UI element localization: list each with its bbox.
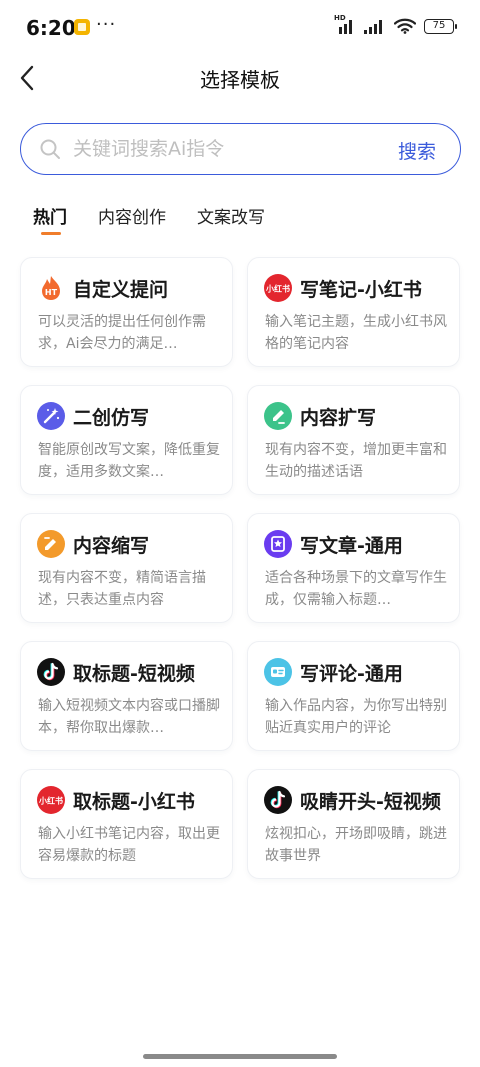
- search-bar: 搜索: [20, 123, 461, 175]
- svg-text:HT: HT: [45, 288, 58, 297]
- template-select-page: 6:20 ··· HD 75 选择模板 关键词搜索Ai指令 搜索 热门 内容创作…: [0, 0, 480, 1067]
- tab-hot[interactable]: 热门: [33, 203, 67, 228]
- xiaohongshu-icon: 小红书: [264, 274, 292, 302]
- xiaohongshu-icon: 小红书: [37, 786, 65, 814]
- more-notifications-icon: ···: [96, 14, 117, 35]
- template-card-comment-general[interactable]: 写评论-通用 输入作品内容，为你写出特别贴近真实用户的评论: [247, 641, 460, 751]
- card-description: 炫视扣心，开场即吸睛，跳进故事世界: [265, 826, 447, 864]
- tiktok-icon: [264, 786, 292, 814]
- search-input[interactable]: [73, 134, 383, 164]
- template-card-short-video-title[interactable]: 取标题-短视频 输入短视频文本内容或口播脚本，帮你取出爆款…: [20, 641, 233, 751]
- card-title: 内容缩写: [73, 535, 150, 557]
- card-description: 现有内容不变，增加更丰富和生动的描述话语: [265, 442, 447, 480]
- status-bar: 6:20 ··· HD 75: [0, 0, 480, 56]
- template-card-rewrite-imitation[interactable]: 二创仿写 智能原创改写文案，降低重复度，适用多数文案…: [20, 385, 233, 495]
- svg-text:小红书: 小红书: [38, 796, 63, 806]
- expand-pen-icon: [264, 402, 292, 430]
- card-description: 输入短视频文本内容或口播脚本，帮你取出爆款…: [38, 698, 220, 736]
- card-title: 内容扩写: [300, 407, 377, 429]
- card-title: 自定义提问: [73, 279, 169, 301]
- notification-icon: [74, 19, 90, 35]
- template-card-xiaohongshu-title[interactable]: 小红书 取标题-小红书 输入小红书笔记内容，取出更容易爆款的标题: [20, 769, 233, 879]
- svg-text:小红书: 小红书: [265, 284, 290, 294]
- wifi-icon: [394, 18, 416, 34]
- status-time: 6:20: [26, 16, 76, 40]
- card-description: 输入笔记主题，生成小红书风格的笔记内容: [265, 314, 447, 352]
- hot-topic-icon: HT: [37, 274, 65, 302]
- template-card-content-condense[interactable]: 内容缩写 现有内容不变，精简语言描述，只表达重点内容: [20, 513, 233, 623]
- comment-card-icon: [264, 658, 292, 686]
- cellular-signal-2-icon: [364, 18, 386, 34]
- card-title: 取标题-短视频: [73, 663, 195, 685]
- active-tab-indicator: [41, 232, 61, 235]
- magic-wand-icon: [37, 402, 65, 430]
- battery-icon: 75: [424, 18, 457, 34]
- search-button[interactable]: 搜索: [398, 137, 436, 164]
- card-description: 输入小红书笔记内容，取出更容易爆款的标题: [38, 826, 220, 864]
- nav-bar: 选择模板: [0, 56, 480, 100]
- home-indicator[interactable]: [143, 1054, 337, 1059]
- card-description: 适合各种场景下的文章写作生成，仅需输入标题…: [265, 570, 447, 608]
- status-icons: HD 75: [334, 14, 457, 34]
- template-card-custom-question[interactable]: HT 自定义提问 可以灵活的提出任何创作需求，Ai会尽力的满足…: [20, 257, 233, 367]
- page-title: 选择模板: [200, 68, 280, 92]
- hd-label: HD: [334, 14, 346, 22]
- card-description: 现有内容不变，精简语言描述，只表达重点内容: [38, 570, 206, 608]
- card-description: 智能原创改写文案，降低重复度，适用多数文案…: [38, 442, 220, 480]
- card-title: 吸睛开头-短视频: [300, 791, 441, 813]
- star-document-icon: [264, 530, 292, 558]
- template-card-content-expand[interactable]: 内容扩写 现有内容不变，增加更丰富和生动的描述话语: [247, 385, 460, 495]
- card-description: 输入作品内容，为你写出特别贴近真实用户的评论: [265, 698, 447, 736]
- tab-content-creation[interactable]: 内容创作: [98, 203, 166, 228]
- category-tabs: 热门 内容创作 文案改写: [0, 200, 480, 240]
- tab-copy-rewrite[interactable]: 文案改写: [197, 203, 265, 228]
- card-title: 写评论-通用: [300, 663, 403, 685]
- card-title: 二创仿写: [73, 407, 150, 429]
- condense-icon: [37, 530, 65, 558]
- card-title: 取标题-小红书: [73, 791, 195, 813]
- search-icon: [40, 139, 60, 159]
- card-title: 写笔记-小红书: [300, 279, 422, 301]
- template-card-article-general[interactable]: 写文章-通用 适合各种场景下的文章写作生成，仅需输入标题…: [247, 513, 460, 623]
- template-card-eye-catching-opening[interactable]: 吸睛开头-短视频 炫视扣心，开场即吸睛，跳进故事世界: [247, 769, 460, 879]
- template-card-xiaohongshu-note[interactable]: 小红书 写笔记-小红书 输入笔记主题，生成小红书风格的笔记内容: [247, 257, 460, 367]
- card-description: 可以灵活的提出任何创作需求，Ai会尽力的满足…: [38, 314, 206, 352]
- cellular-signal-icon: HD: [334, 14, 356, 34]
- card-title: 写文章-通用: [300, 535, 403, 557]
- tiktok-icon: [37, 658, 65, 686]
